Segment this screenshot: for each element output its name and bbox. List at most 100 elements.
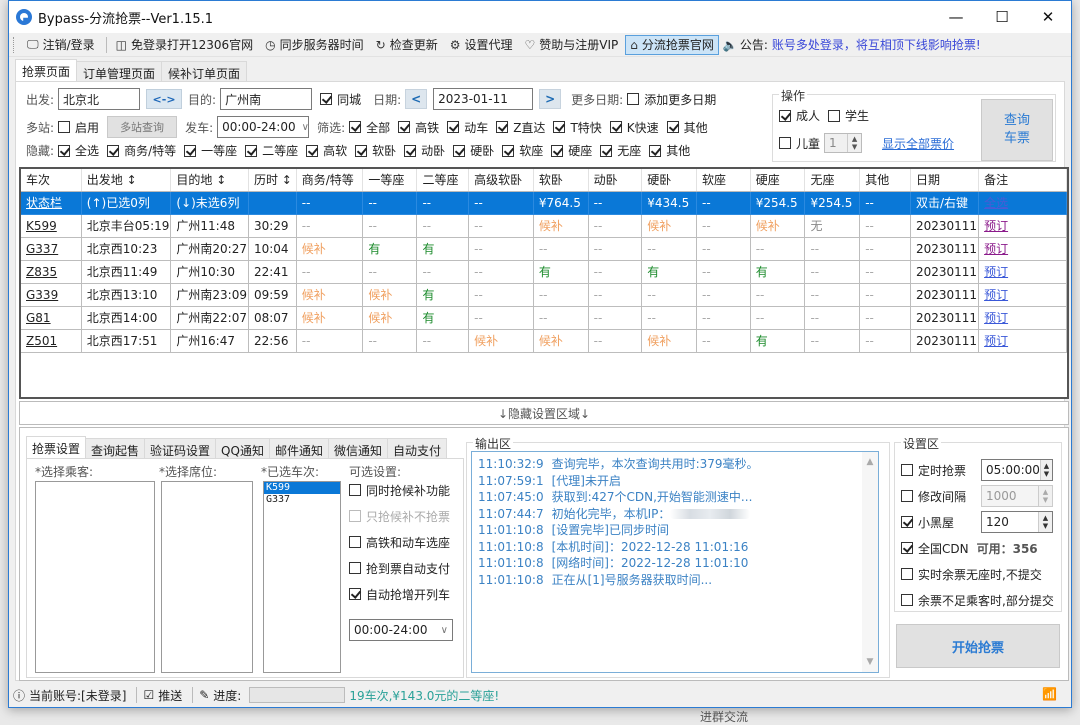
seat-availability-cell[interactable]: -- [696,306,751,330]
seat-availability-cell[interactable]: -- [362,260,418,284]
seat-availability-cell[interactable]: -- [533,283,589,307]
student-checkbox[interactable]: 学生 [828,107,869,124]
seat-availability-cell[interactable]: -- [468,214,534,238]
column-header[interactable]: 历时 ↕ [248,169,297,192]
selected-trains-list[interactable]: K599 G337 [263,481,341,673]
seat-availability-cell[interactable]: 候补 [533,329,589,353]
seat-availability-cell[interactable]: 无 [804,214,861,238]
seat-availability-cell[interactable]: -- [641,237,698,261]
tab-waitlist-orders[interactable]: 候补订单页面 [161,61,248,81]
status-cell[interactable]: ¥764.5 [533,191,589,215]
seat-availability-cell[interactable]: 候补 [296,237,364,261]
tab-grab-settings[interactable]: 抢票设置 [26,436,87,459]
train-number-link-text[interactable]: K599 [26,219,57,233]
status-cell[interactable]: -- [362,191,418,215]
seat-availability-cell[interactable]: -- [696,329,751,353]
train-number-link[interactable]: Z835 [21,260,82,284]
hide-settings-toggle[interactable]: ↓隐藏设置区域↓ [19,401,1069,425]
train-number-link-text[interactable]: G81 [26,311,51,325]
next-date-button[interactable]: > [539,89,562,109]
seat-availability-cell[interactable]: -- [696,283,751,307]
seat-availability-cell[interactable]: -- [804,329,861,353]
spinner-arrows-icon[interactable]: ▲ ▼ [1038,486,1052,506]
seat-availability-cell[interactable]: -- [588,214,643,238]
minimize-button[interactable]: — [933,1,979,33]
status-cell[interactable]: ¥254.5 [804,191,861,215]
train-number-link[interactable]: K599 [21,214,82,238]
seat-availability-cell[interactable]: 有 [533,260,589,284]
hide-checkbox[interactable]: 一等座 [184,142,237,159]
column-header[interactable]: 硬座 [750,169,806,192]
book-link[interactable]: 预订 [984,265,1008,279]
swap-stations-button[interactable]: <-> [146,89,183,109]
book-link[interactable]: 预订 [984,311,1008,325]
table-row[interactable]: G339 北京西13:10 广州南23:09 09:59 候补 候补 有 -- -- -- -- --… [21,283,1067,307]
seat-availability-cell[interactable]: 候补 [750,214,806,238]
seat-availability-cell[interactable]: -- [416,260,470,284]
seat-availability-cell[interactable]: -- [750,283,806,307]
filter-checkbox[interactable]: 动车 [447,119,488,136]
seat-availability-cell[interactable]: 有 [750,329,806,353]
proxy-settings-button[interactable]: ⚙ 设置代理 [445,35,518,55]
push-checkbox-icon[interactable]: ☑ [143,688,154,702]
official-site-button[interactable]: ⌂ 分流抢票官网 [625,34,719,55]
timed-grab-checkbox[interactable]: 定时抢票 [901,462,981,479]
column-header[interactable]: 二等座 [416,169,470,192]
column-header[interactable]: 备注 [978,169,1067,192]
status-cell[interactable]: (↑)已选0列 [81,191,172,215]
train-number-link[interactable]: G337 [21,237,82,261]
status-cell[interactable]: -- [859,191,911,215]
train-number-link-text[interactable]: G339 [26,288,58,302]
seat-availability-cell[interactable]: -- [859,306,911,330]
seat-availability-cell[interactable]: -- [804,260,861,284]
table-row[interactable]: K599 北京丰台05:19 广州11:48 30:29 -- -- -- -- 候补 -- 候补 -… [21,214,1067,238]
seat-availability-cell[interactable]: 有 [416,306,470,330]
seat-availability-cell[interactable]: -- [804,283,861,307]
column-header[interactable]: 其他 [859,169,911,192]
child-count-spinner[interactable]: 1 ▲ ▼ [824,133,863,153]
status-cell[interactable]: -- [468,191,534,215]
train-number-link[interactable]: G339 [21,283,82,307]
seat-availability-cell[interactable]: 候补 [641,214,698,238]
start-grab-button[interactable]: 开始抢票 [896,624,1060,668]
status-cell[interactable]: 全选 [978,191,1067,215]
seat-availability-cell[interactable]: -- [362,214,418,238]
sync-time-button[interactable]: ◷ 同步服务器时间 [260,35,369,55]
output-log[interactable]: ▲ ▼ 11:10:32:9 查询完毕，本次查询共用时:379毫秒。 11:07:59… [471,451,879,673]
seat-availability-cell[interactable]: -- [859,214,911,238]
column-header[interactable]: 日期 [910,169,980,192]
log-scrollbar[interactable]: ▲ ▼ [862,452,878,672]
option-checkbox[interactable]: 同时抢候补功能 [349,483,450,498]
multi-station-enable-checkbox[interactable]: 启用 [58,119,99,136]
status-cell[interactable]: -- [696,191,751,215]
no-seat-skip-checkbox[interactable]: 实时余票无座时,不提交 [901,566,1042,583]
seat-availability-cell[interactable]: -- [641,306,698,330]
column-header[interactable]: 软卧 [533,169,589,192]
add-more-dates-checkbox[interactable]: 添加更多日期 [627,91,716,108]
filter-checkbox[interactable]: 全部 [349,119,390,136]
tab-qq-notify[interactable]: QQ通知 [215,438,270,459]
status-cell[interactable]: -- [296,191,364,215]
status-cell[interactable]: ¥254.5 [750,191,806,215]
column-header[interactable]: 软座 [696,169,751,192]
seat-availability-cell[interactable]: -- [468,260,534,284]
filter-checkbox[interactable]: 其他 [666,119,708,136]
selected-train-item[interactable]: G337 [264,494,340,506]
tab-captcha-settings[interactable]: 验证码设置 [144,438,217,459]
spinner-arrows-icon[interactable]: ▲ ▼ [847,134,861,152]
tab-wechat-notify[interactable]: 微信通知 [327,438,388,459]
depart-time-select[interactable]: 00:00-24:00 ∨ [217,116,310,138]
column-header[interactable]: 目的地 ↕ [170,169,249,192]
spinner-arrows-icon[interactable]: ▲ ▼ [1038,512,1052,532]
status-cell[interactable]: -- [588,191,643,215]
status-cell[interactable]: (↓)未选6列 [170,191,249,215]
seat-availability-cell[interactable]: -- [588,329,643,353]
table-row[interactable]: G337 北京西10:23 广州南20:27 10:04 候补 有 有 -- -- -- -- -- -… [21,237,1067,261]
seat-availability-cell[interactable]: -- [296,329,364,353]
train-number-link-text[interactable]: G337 [26,242,58,256]
seat-availability-cell[interactable]: 候补 [296,306,364,330]
tab-ticket-grab[interactable]: 抢票页面 [15,59,78,81]
seat-availability-cell[interactable]: -- [533,237,589,261]
status-cell[interactable]: 双击/右键 [910,191,980,215]
scroll-down-icon[interactable]: ▼ [862,654,878,670]
